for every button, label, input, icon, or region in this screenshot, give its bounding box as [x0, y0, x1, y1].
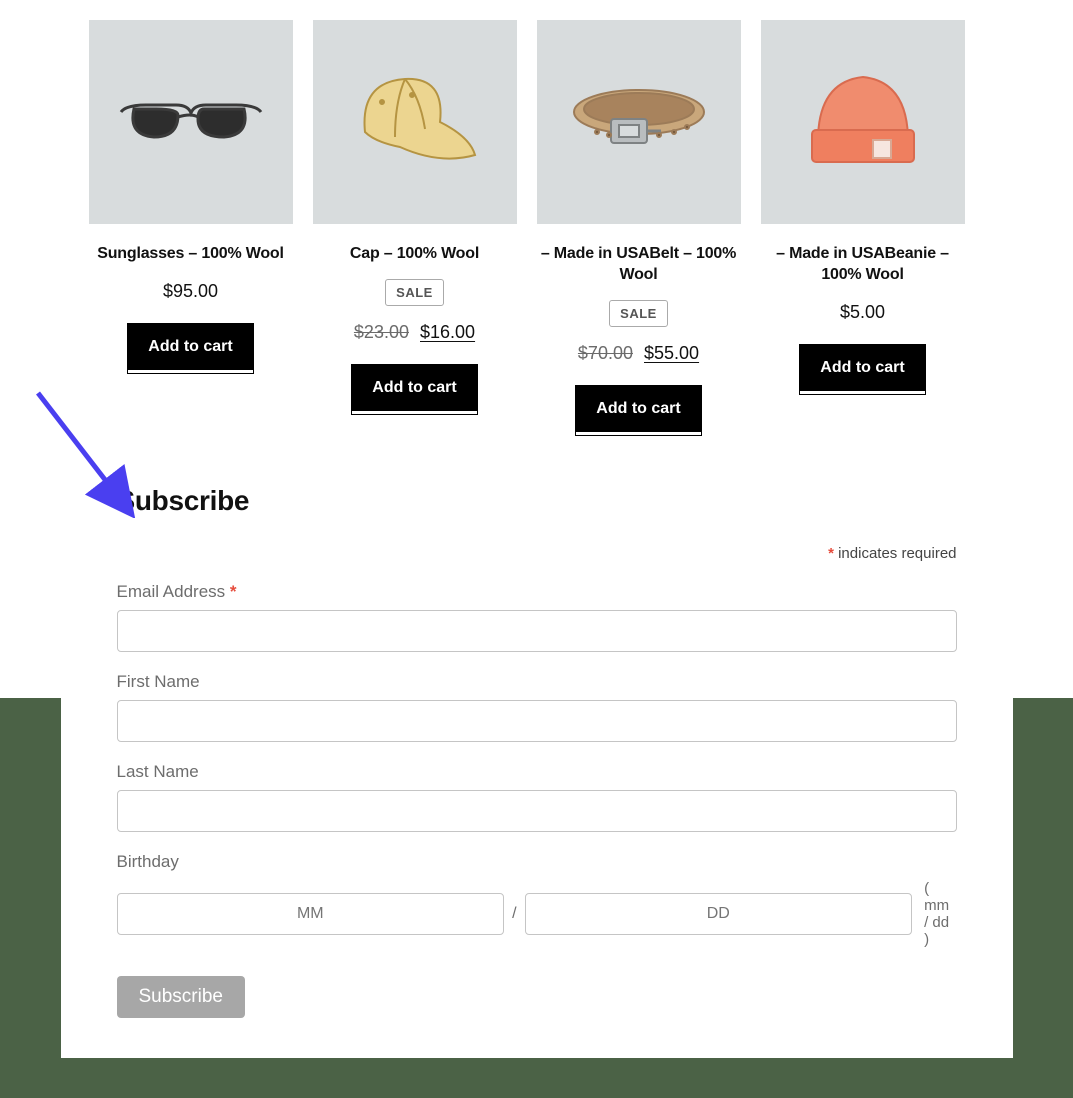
subscribe-button[interactable]: Subscribe: [117, 976, 246, 1018]
product-price: $5.00: [840, 302, 885, 323]
slash-separator: /: [512, 905, 516, 923]
required-star-icon: *: [828, 545, 834, 562]
price-value: $95.00: [163, 281, 218, 301]
product-title[interactable]: – Made in USABelt – 100% Wool: [537, 244, 741, 286]
required-note: * indicates required: [117, 545, 957, 562]
product-title[interactable]: Cap – 100% Wool: [348, 244, 481, 265]
price-new: $16.00: [420, 322, 475, 342]
product-card: – Made in USABeanie – 100% Wool $5.00 Ad…: [761, 20, 965, 435]
price-value: $5.00: [840, 302, 885, 322]
birthday-inputs: / ( mm / dd ): [117, 880, 957, 948]
first-name-field-group: First Name: [117, 672, 957, 742]
product-title[interactable]: Sunglasses – 100% Wool: [95, 244, 286, 265]
price-old: $70.00: [578, 343, 633, 363]
product-grid: Sunglasses – 100% Wool $95.00 Add to car…: [89, 0, 985, 435]
product-thumbnail[interactable]: [89, 20, 293, 224]
product-title[interactable]: – Made in USABeanie – 100% Wool: [761, 244, 965, 286]
last-name-label: Last Name: [117, 762, 957, 782]
sale-badge: SALE: [609, 300, 668, 327]
add-to-cart-button[interactable]: Add to cart: [576, 386, 700, 432]
belt-icon: [559, 77, 719, 167]
product-price: $23.00 $16.00: [354, 322, 475, 343]
email-input[interactable]: [117, 610, 957, 652]
first-name-input[interactable]: [117, 700, 957, 742]
subscribe-heading: Subscribe: [117, 485, 957, 517]
beanie-icon: [798, 62, 928, 182]
email-label-text: Email Address: [117, 582, 226, 601]
required-star-icon: *: [230, 582, 237, 601]
product-card: Sunglasses – 100% Wool $95.00 Add to car…: [89, 20, 293, 435]
product-price: $70.00 $55.00: [578, 343, 699, 364]
add-to-cart-wrap: Add to cart: [128, 324, 252, 373]
price-old: $23.00: [354, 322, 409, 342]
last-name-field-group: Last Name: [117, 762, 957, 832]
sale-badge: SALE: [385, 279, 444, 306]
product-price: $95.00: [163, 281, 218, 302]
product-thumbnail[interactable]: [313, 20, 517, 224]
add-to-cart-wrap: Add to cart: [352, 365, 476, 414]
add-to-cart-wrap: Add to cart: [800, 345, 924, 394]
email-label: Email Address *: [117, 582, 957, 602]
product-card: – Made in USABelt – 100% Wool SALE $70.0…: [537, 20, 741, 435]
add-to-cart-button[interactable]: Add to cart: [128, 324, 252, 370]
birthday-month-input[interactable]: [117, 893, 505, 935]
last-name-input[interactable]: [117, 790, 957, 832]
product-thumbnail[interactable]: [761, 20, 965, 224]
product-card: Cap – 100% Wool SALE $23.00 $16.00 Add t…: [313, 20, 517, 435]
birthday-label: Birthday: [117, 852, 957, 872]
page-container: Sunglasses – 100% Wool $95.00 Add to car…: [61, 0, 1013, 1058]
first-name-label: First Name: [117, 672, 957, 692]
birthday-hint: ( mm / dd ): [924, 880, 956, 948]
add-to-cart-button[interactable]: Add to cart: [352, 365, 476, 411]
subscribe-section: Subscribe * indicates required Email Add…: [89, 485, 985, 1018]
birthday-field-group: Birthday / ( mm / dd ): [117, 852, 957, 948]
add-to-cart-wrap: Add to cart: [576, 386, 700, 435]
sunglasses-icon: [116, 87, 266, 157]
required-note-text: indicates required: [838, 545, 956, 562]
cap-icon: [340, 67, 490, 177]
product-thumbnail[interactable]: [537, 20, 741, 224]
add-to-cart-button[interactable]: Add to cart: [800, 345, 924, 391]
email-field-group: Email Address *: [117, 582, 957, 652]
birthday-day-input[interactable]: [525, 893, 913, 935]
price-new: $55.00: [644, 343, 699, 363]
